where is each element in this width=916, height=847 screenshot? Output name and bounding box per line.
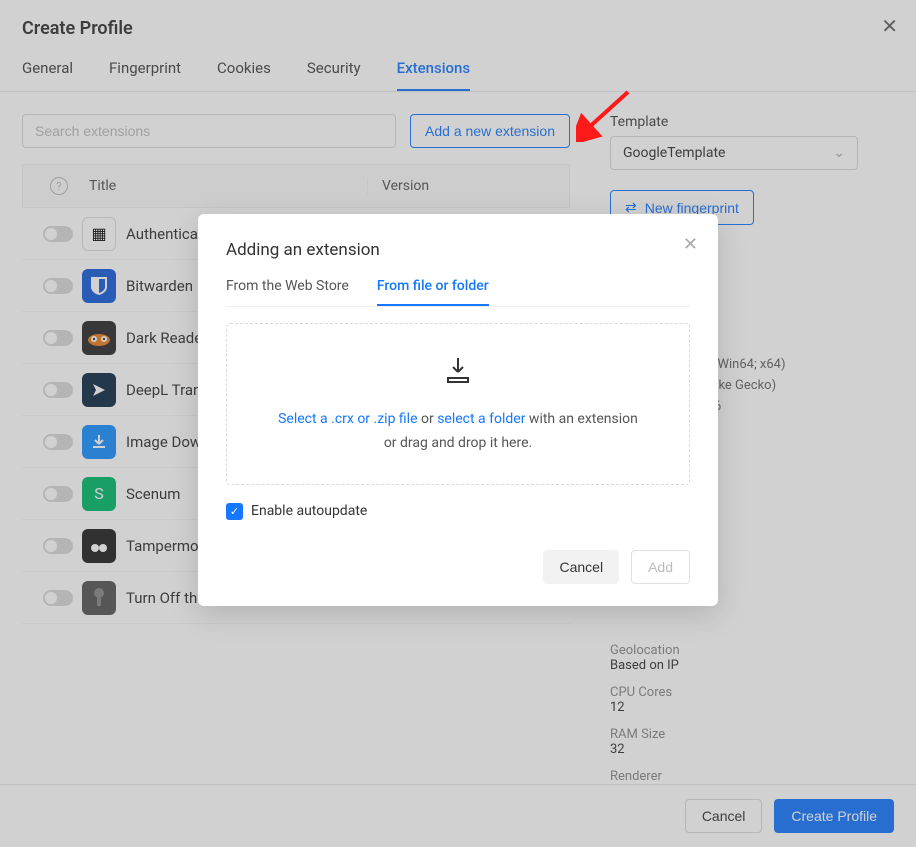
modal-close-icon[interactable]: ✕ bbox=[683, 234, 698, 255]
modal-title: Adding an extension bbox=[226, 240, 690, 260]
modal-tab-fromfile[interactable]: From file or folder bbox=[377, 278, 489, 306]
select-folder-link[interactable]: select a folder bbox=[437, 411, 525, 427]
autoupdate-label: Enable autoupdate bbox=[251, 503, 367, 519]
select-file-link[interactable]: Select a .crx or .zip file bbox=[278, 411, 417, 427]
dropzone[interactable]: Select a .crx or .zip file or select a f… bbox=[226, 323, 690, 485]
modal-overlay: ✕ Adding an extension From the Web Store… bbox=[0, 0, 916, 847]
download-icon bbox=[247, 356, 669, 384]
annotation-arrow bbox=[576, 86, 636, 142]
modal-tab-webstore[interactable]: From the Web Store bbox=[226, 278, 349, 306]
modal-tabs: From the Web Store From file or folder bbox=[226, 278, 690, 307]
modal-add-button[interactable]: Add bbox=[631, 550, 690, 584]
autoupdate-checkbox[interactable]: ✓ bbox=[226, 503, 243, 520]
modal-cancel-button[interactable]: Cancel bbox=[543, 550, 619, 584]
add-extension-modal: ✕ Adding an extension From the Web Store… bbox=[198, 214, 718, 606]
dropzone-text: Select a .crx or .zip file or select a f… bbox=[247, 408, 669, 456]
